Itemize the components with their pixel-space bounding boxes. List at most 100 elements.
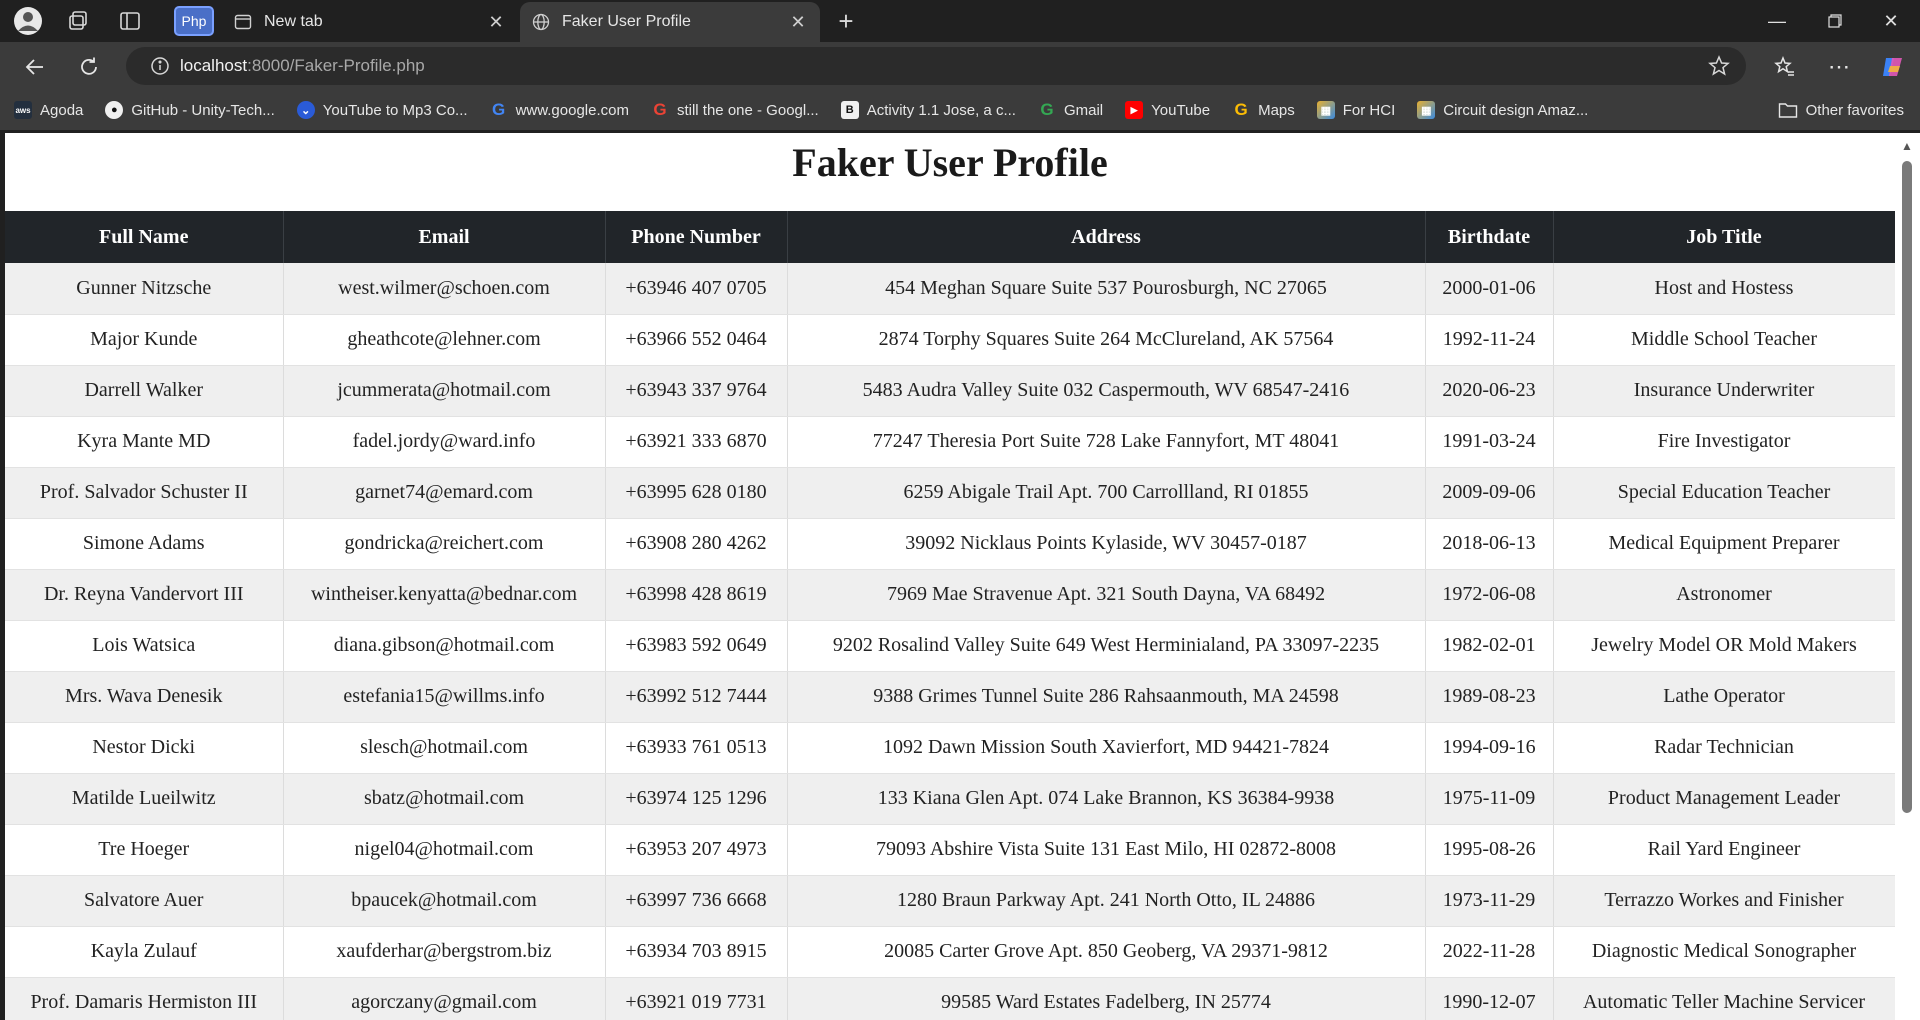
other-favorites[interactable]: Other favorites bbox=[1778, 90, 1904, 130]
table-cell: +63983 592 0649 bbox=[605, 620, 788, 672]
address-bar[interactable]: localhost:8000/Faker-Profile.php bbox=[126, 47, 1746, 85]
bookmark-for-hci[interactable]: ▦ For HCI bbox=[1316, 101, 1396, 119]
bookmark-label: still the one - Googl... bbox=[676, 101, 819, 119]
table-cell: 1973-11-29 bbox=[1425, 875, 1554, 927]
bookmark-still-the-one[interactable]: Gstill the one - Googl... bbox=[651, 100, 819, 119]
bookmark-youtube-mp3[interactable]: ⌄ YouTube to Mp3 Co... bbox=[296, 101, 468, 119]
table-cell: 79093 Abshire Vista Suite 131 East Milo,… bbox=[787, 824, 1426, 876]
workspaces-icon[interactable] bbox=[58, 6, 98, 36]
bookmark-agoda[interactable]: aws Agoda bbox=[14, 101, 83, 119]
page-title: Faker User Profile bbox=[792, 140, 1108, 185]
table-row: Prof. Salvador Schuster II garnet74@emard… bbox=[5, 467, 1895, 519]
bookmark-youtube[interactable]: ▶ YouTube bbox=[1125, 101, 1210, 119]
table-row: Tre Hoeger nigel04@hotmail.com +63953 207 … bbox=[5, 824, 1895, 876]
table-cell: Kayla Zulauf bbox=[5, 926, 284, 978]
table-cell: 1975-11-09 bbox=[1425, 773, 1554, 825]
table-cell: Prof. Damaris Hermiston III bbox=[5, 977, 284, 1020]
bookmark-label: YouTube to Mp3 Co... bbox=[322, 101, 468, 119]
favorites-icon[interactable] bbox=[1768, 50, 1802, 84]
table-cell: +63921 333 6870 bbox=[605, 416, 788, 468]
table-cell: +63921 019 7731 bbox=[605, 977, 788, 1020]
more-options-icon[interactable]: ⋯ bbox=[1822, 50, 1856, 84]
table-cell: 9202 Rosalind Valley Suite 649 West Herm… bbox=[787, 620, 1426, 672]
table-cell: 2874 Torphy Squares Suite 264 McClurelan… bbox=[787, 314, 1426, 366]
table-cell: Diagnostic Medical Sonographer bbox=[1553, 926, 1895, 978]
new-tab-plus-icon[interactable]: + bbox=[826, 6, 866, 36]
table-cell: Tre Hoeger bbox=[5, 824, 284, 876]
bookmark-maps[interactable]: G Maps bbox=[1232, 100, 1294, 119]
bookmark-github[interactable]: ● GitHub - Unity-Tech... bbox=[105, 101, 275, 119]
back-arrow-icon[interactable] bbox=[18, 50, 52, 84]
table-cell: 7969 Mae Stravenue Apt. 321 South Dayna,… bbox=[787, 569, 1426, 621]
vertical-scrollbar[interactable]: ▲ bbox=[1895, 133, 1920, 1020]
table-cell: sbatz@hotmail.com bbox=[283, 773, 606, 825]
table-row: Major Kunde gheathcote@lehner.com +63966 5… bbox=[5, 314, 1895, 366]
google-icon: G bbox=[1234, 100, 1248, 119]
profiles-table: Full Name Email Phone Number Address Birthda… bbox=[5, 211, 1895, 1020]
copilot-icon[interactable] bbox=[1876, 50, 1910, 84]
table-cell: 77247 Theresia Port Suite 728 Lake Fanny… bbox=[787, 416, 1426, 468]
bookmark-google[interactable]: Gwww.google.com bbox=[490, 100, 629, 119]
bookmark-label: For HCI bbox=[1342, 101, 1396, 119]
table-cell: bpaucek@hotmail.com bbox=[283, 875, 606, 927]
site-info-icon[interactable] bbox=[140, 56, 180, 76]
bookmark-activity[interactable]: B Activity 1.1 Jose, a c... bbox=[840, 101, 1016, 119]
profile-icon[interactable] bbox=[8, 6, 48, 36]
close-window-icon[interactable]: ✕ bbox=[1862, 0, 1920, 42]
table-cell: 2018-06-13 bbox=[1425, 518, 1554, 570]
grid-icon: ▦ bbox=[1417, 101, 1436, 119]
table-cell: +63953 207 4973 bbox=[605, 824, 788, 876]
restore-icon[interactable] bbox=[1806, 0, 1864, 42]
github-icon: ● bbox=[105, 101, 124, 119]
table-cell: Gunner Nitzsche bbox=[5, 263, 284, 315]
scroll-thumb[interactable] bbox=[1902, 161, 1912, 813]
table-row: Kayla Zulauf xaufderhar@bergstrom.biz +639… bbox=[5, 926, 1895, 978]
table-cell: Fire Investigator bbox=[1553, 416, 1895, 468]
table-cell: 2000-01-06 bbox=[1425, 263, 1554, 315]
refresh-icon[interactable] bbox=[72, 50, 106, 84]
table-body: Gunner Nitzsche west.wilmer@schoen.com +63… bbox=[5, 263, 1895, 1020]
bookmark-label: YouTube bbox=[1151, 101, 1211, 119]
download-icon: ⌄ bbox=[296, 101, 315, 119]
table-cell: 1994-09-16 bbox=[1425, 722, 1554, 774]
vertical-tabs-icon[interactable] bbox=[110, 6, 150, 36]
table-cell: nigel04@hotmail.com bbox=[283, 824, 606, 876]
table-header-row: Full Name Email Phone Number Address Birthda… bbox=[5, 211, 1895, 263]
favorite-star-icon[interactable] bbox=[1708, 55, 1730, 82]
column-header: Email bbox=[283, 211, 606, 263]
google-icon: G bbox=[491, 100, 506, 119]
bookmark-circuit-design[interactable]: ▦ Circuit design Amaz... bbox=[1417, 101, 1588, 119]
other-favorites-label: Other favorites bbox=[1805, 101, 1904, 119]
table-cell: Mrs. Wava Denesik bbox=[5, 671, 284, 723]
table-cell: fadel.jordy@ward.info bbox=[283, 416, 606, 468]
table-cell: 454 Meghan Square Suite 537 Pourosburgh,… bbox=[787, 263, 1426, 315]
bookmark-label: Gmail bbox=[1063, 101, 1104, 119]
tab-title: New tab bbox=[264, 13, 323, 30]
table-cell: slesch@hotmail.com bbox=[283, 722, 606, 774]
close-tab-icon[interactable]: ✕ bbox=[788, 12, 808, 33]
table-cell: +63943 337 9764 bbox=[605, 365, 788, 417]
new-tab-page-icon bbox=[234, 14, 252, 30]
close-tab-icon[interactable]: ✕ bbox=[486, 12, 506, 33]
table-cell: +63995 628 0180 bbox=[605, 467, 788, 519]
table-cell: west.wilmer@schoen.com bbox=[283, 263, 606, 315]
minimize-icon[interactable]: — bbox=[1748, 0, 1806, 42]
tab-faker-user-profile[interactable]: Faker User Profile ✕ bbox=[520, 2, 820, 42]
php-tab-group-badge[interactable]: Php bbox=[174, 6, 214, 36]
table-cell: 1991-03-24 bbox=[1425, 416, 1554, 468]
table-row: Prof. Damaris Hermiston III agorczany@gma… bbox=[5, 977, 1895, 1020]
table-cell: 133 Kiana Glen Apt. 074 Lake Brannon, KS… bbox=[787, 773, 1426, 825]
table-cell: Simone Adams bbox=[5, 518, 284, 570]
tab-new-tab[interactable]: New tab ✕ bbox=[222, 2, 518, 42]
table-cell: 1280 Braun Parkway Apt. 241 North Otto, … bbox=[787, 875, 1426, 927]
page-content: Faker User Profile Full Name Email Phone N… bbox=[5, 133, 1895, 1020]
tab-title: Faker User Profile bbox=[562, 13, 691, 30]
table-cell: Prof. Salvador Schuster II bbox=[5, 467, 284, 519]
table-cell: Rail Yard Engineer bbox=[1553, 824, 1895, 876]
table-row: Simone Adams gondricka@reichert.com +63908… bbox=[5, 518, 1895, 570]
table-cell: gondricka@reichert.com bbox=[283, 518, 606, 570]
table-cell: Major Kunde bbox=[5, 314, 284, 366]
bookmark-gmail[interactable]: G Gmail bbox=[1038, 100, 1104, 119]
table-cell: Terrazzo Workes and Finisher bbox=[1553, 875, 1895, 927]
scroll-up-arrow-icon[interactable]: ▲ bbox=[1901, 139, 1913, 153]
